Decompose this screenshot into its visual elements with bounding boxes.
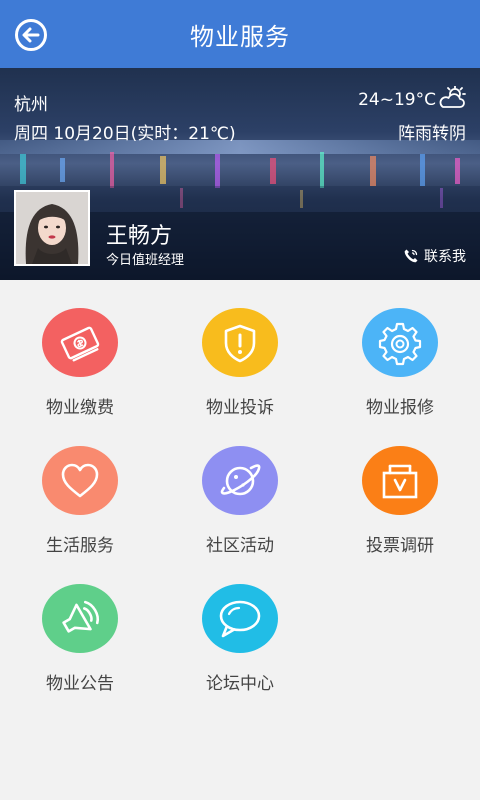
contact-me-button[interactable]: 联系我 [403,246,466,266]
service-life-circle [42,446,118,515]
weather-banner: 杭州 周四 10月20日(实时：21℃) 24~19°C 阵雨转阴 王畅方 今日… [0,68,480,280]
service-label: 物业缴费 [46,398,114,418]
service-notice[interactable]: 物业公告 [0,556,160,694]
service-forum-circle [202,584,278,653]
service-label: 物业公告 [46,674,114,694]
service-repair-circle [362,308,438,377]
service-label: 论坛中心 [206,674,274,694]
chat-bubble-icon [219,600,261,637]
payment-bill-icon [60,326,100,361]
service-label: 社区活动 [206,536,274,556]
speaker-icon [62,600,100,633]
manager-name: 王畅方 [106,224,173,249]
service-label: 物业投诉 [206,398,274,418]
service-repair[interactable]: 物业报修 [320,280,480,418]
phone-icon [404,249,418,263]
planet-icon [220,463,261,495]
vote-box-icon [382,464,418,498]
weather-temperature: 24~19°C [358,90,436,110]
service-community[interactable]: 社区活动 [160,418,320,556]
service-notice-circle [42,584,118,653]
service-payment[interactable]: 物业缴费 [0,280,160,418]
page-title: 物业服务 [190,22,290,51]
weather-date: 周四 10月20日(实时：21℃) [14,124,236,144]
service-forum[interactable]: 论坛中心 [160,556,320,694]
service-vote-circle [362,446,438,515]
heart-icon [61,463,99,497]
service-life[interactable]: 生活服务 [0,418,160,556]
service-label: 投票调研 [366,536,434,556]
back-button[interactable] [14,18,48,52]
service-complaint[interactable]: 物业投诉 [160,280,320,418]
contact-label: 联系我 [424,249,466,265]
repair-gear-icon [378,322,422,365]
complaint-shield-icon [224,324,256,362]
service-vote[interactable]: 投票调研 [320,418,480,556]
weather-condition: 阵雨转阴 [398,124,466,144]
service-label: 物业报修 [366,398,434,418]
weather-city: 杭州 [14,95,48,115]
service-payment-circle [42,308,118,377]
service-community-circle [202,446,278,515]
service-complaint-circle [202,308,278,377]
manager-role: 今日值班经理 [106,253,185,268]
service-label: 生活服务 [46,536,114,556]
manager-avatar [14,190,90,266]
header-bar: 物业服务 [0,0,480,68]
back-arrow-icon [15,19,47,51]
cloudy-sun-icon [439,86,466,108]
